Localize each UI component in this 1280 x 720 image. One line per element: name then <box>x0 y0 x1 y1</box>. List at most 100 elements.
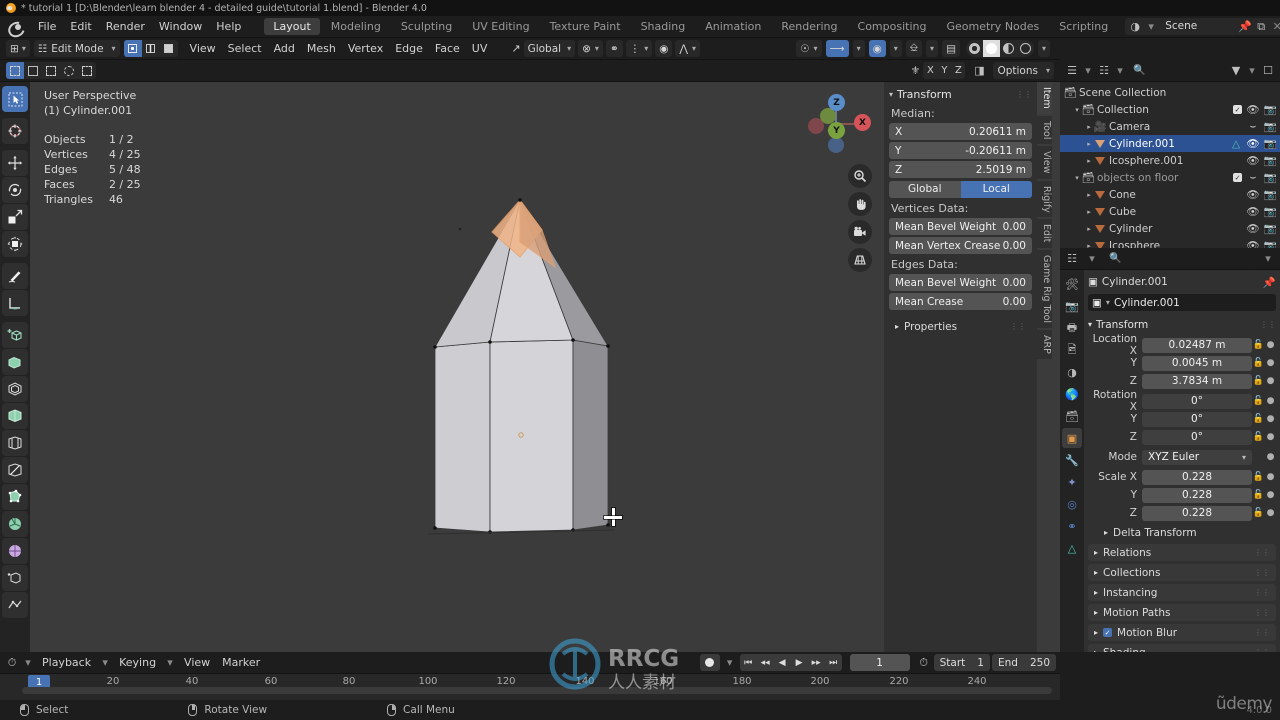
modifier-properties-tab[interactable]: 🔧 <box>1062 450 1082 470</box>
tool-properties-tab[interactable]: 🛠 <box>1062 274 1082 294</box>
drag-grip-icon[interactable]: ⋮⋮ <box>1254 648 1270 652</box>
menu-help[interactable]: Help <box>209 16 248 38</box>
panel-collections[interactable]: ▸ Collections ⋮⋮ <box>1088 564 1276 581</box>
outliner-row-cylinder[interactable]: ▸ Cylinder 👁 📷 <box>1060 220 1280 237</box>
viewport-menu-add[interactable]: Add <box>268 38 301 60</box>
timeline-horizontal-scrollbar[interactable] <box>22 687 1052 694</box>
scale-y-input[interactable]: 0.228 <box>1142 487 1252 503</box>
mesh-data-icon[interactable]: △ <box>1230 138 1242 150</box>
drag-grip-icon[interactable]: ⋮⋮ <box>1254 568 1270 577</box>
tool-smooth[interactable] <box>2 538 28 564</box>
proportional-falloff-dropdown[interactable]: ⋀ ▾ <box>675 40 701 57</box>
filter-icon[interactable]: ▼ <box>1228 63 1244 78</box>
chevron-down-icon[interactable]: ▾ <box>722 655 738 670</box>
toggle-xray-button[interactable]: ▤ <box>942 40 960 57</box>
menu-file[interactable]: File <box>31 16 63 38</box>
viewport-menu-vertex[interactable]: Vertex <box>342 38 389 60</box>
eye-icon[interactable]: 👁 <box>1246 104 1259 116</box>
show-gizmo-button[interactable]: ◉ <box>868 40 886 57</box>
animate-property-icon[interactable]: ● <box>1265 376 1276 386</box>
viewport-menu-edge[interactable]: Edge <box>389 38 429 60</box>
tab-animation[interactable]: Animation <box>696 18 770 35</box>
display-mode-icon[interactable]: ☷ <box>1096 63 1112 78</box>
wireframe-shading-button[interactable] <box>966 40 983 57</box>
viewport-menu-mesh[interactable]: Mesh <box>301 38 342 60</box>
delete-scene-icon[interactable]: ✕ <box>1269 19 1280 34</box>
camera-render-icon[interactable]: 📷 <box>1263 104 1276 116</box>
lock-icon[interactable]: 🔓 <box>1252 472 1265 482</box>
outliner-row-camera[interactable]: ▸ 🎥 Camera ⌣ 📷 <box>1060 118 1280 135</box>
collection-properties-tab[interactable]: 🗃 <box>1062 406 1082 426</box>
tool-bevel[interactable] <box>2 403 28 429</box>
object-name-field[interactable]: ▣ ▾ Cylinder.001 <box>1088 294 1276 311</box>
mirror-x-button[interactable]: X <box>923 62 937 79</box>
world-properties-tab[interactable]: 🌎 <box>1062 384 1082 404</box>
stopwatch-icon[interactable]: ⏱ <box>916 655 932 670</box>
outliner-row-icosphere-001[interactable]: ▸ Icosphere.001 👁 📷 <box>1060 152 1280 169</box>
tab-sculpting[interactable]: Sculpting <box>392 18 461 35</box>
edge-select-mode-button[interactable] <box>142 40 160 57</box>
transform-orientation-dropdown[interactable]: Global ▾ <box>523 40 576 57</box>
tool-tweak[interactable] <box>2 86 28 112</box>
chevron-down-icon[interactable]: ▾ <box>1112 63 1128 78</box>
outliner-row-collection[interactable]: ▾ 🗃 Collection ✓ 👁 📷 <box>1060 101 1280 118</box>
scene-name[interactable]: Scene <box>1159 18 1238 35</box>
eye-icon[interactable]: 👁 <box>1246 155 1259 167</box>
current-frame-input[interactable]: 1 <box>849 654 910 671</box>
timeline-editor-type-icon[interactable]: ⏱ <box>4 655 20 670</box>
transform-panel-header[interactable]: ▾ Transform ⋮⋮ <box>889 86 1032 103</box>
tab-layout[interactable]: Layout <box>264 18 320 35</box>
transform-panel-header[interactable]: ▾ Transform ⋮⋮ <box>1088 316 1276 333</box>
eye-icon[interactable]: 👁 <box>1246 189 1259 201</box>
camera-render-disabled-icon[interactable]: 📷 <box>1263 172 1276 184</box>
render-properties-tab[interactable]: 📷 <box>1062 296 1082 316</box>
snap-settings-dropdown[interactable]: ⋮ ▾ <box>625 40 653 57</box>
exclude-checkbox[interactable]: ✓ <box>1233 105 1242 114</box>
tool-poly-build[interactable] <box>2 484 28 510</box>
tool-scale[interactable] <box>2 204 28 230</box>
tool-inset-faces[interactable] <box>2 376 28 402</box>
drag-grip-icon[interactable]: ⋮⋮ <box>1254 548 1270 557</box>
chevron-right-icon[interactable]: ▸ <box>1084 140 1094 148</box>
previous-keyframe-button[interactable]: ◂◂ <box>757 654 774 671</box>
median-x-field[interactable]: X 0.20611 m <box>889 123 1032 140</box>
eye-icon[interactable]: 👁 <box>1246 138 1259 150</box>
tab-modeling[interactable]: Modeling <box>322 18 390 35</box>
blender-menu-icon[interactable] <box>8 20 25 34</box>
panel-shading[interactable]: ▸ Shading ⋮⋮ <box>1088 644 1276 652</box>
tool-add-cube[interactable] <box>2 322 28 348</box>
tool-cursor[interactable] <box>2 118 28 144</box>
tool-spin[interactable] <box>2 511 28 537</box>
npanel-tab-arp[interactable]: ARP <box>1037 329 1052 359</box>
jump-to-start-button[interactable]: ⏮ <box>740 654 757 671</box>
navigation-gizmo[interactable]: Z Y X <box>798 86 874 162</box>
tool-extrude[interactable] <box>2 349 28 375</box>
viewport-menu-face[interactable]: Face <box>429 38 466 60</box>
camera-view-icon[interactable] <box>848 220 872 244</box>
face-select-mode-button[interactable] <box>160 40 178 57</box>
eye-icon[interactable]: 👁 <box>1246 223 1259 235</box>
next-keyframe-button[interactable]: ▸▸ <box>808 654 825 671</box>
chevron-right-icon[interactable]: ▸ <box>1084 191 1094 199</box>
chevron-down-icon[interactable]: ▾ <box>1244 63 1260 78</box>
panel-motion-blur[interactable]: ▸ ✓ Motion Blur ⋮⋮ <box>1088 624 1276 641</box>
npanel-tab-view[interactable]: View <box>1037 146 1052 179</box>
mean-crease-field[interactable]: Mean Crease 0.00 <box>889 293 1032 310</box>
eye-closed-icon[interactable]: ⌣ <box>1247 120 1259 133</box>
camera-render-icon[interactable]: 📷 <box>1263 121 1276 133</box>
material-preview-button[interactable] <box>1000 40 1017 57</box>
gizmo-dropdown[interactable]: ▾ <box>852 40 865 57</box>
auto-keying-button[interactable] <box>699 654 720 671</box>
tool-shrink-fatten[interactable] <box>2 592 28 618</box>
animate-property-icon[interactable]: ● <box>1265 490 1276 500</box>
outliner-row-cone[interactable]: ▸ Cone 👁 📷 <box>1060 186 1280 203</box>
pivot-point-dropdown[interactable]: ⊗ ▾ <box>578 40 603 57</box>
camera-render-icon[interactable]: 📷 <box>1263 189 1276 201</box>
animate-property-icon[interactable]: ● <box>1265 432 1276 442</box>
frame-end-field[interactable]: End 250 <box>991 654 1056 671</box>
lock-icon[interactable]: 🔓 <box>1252 358 1265 368</box>
properties-editor-type-icon[interactable]: ☷ <box>1064 251 1080 266</box>
mean-bevel-weight-edge-field[interactable]: Mean Bevel Weight 0.00 <box>889 274 1032 291</box>
scene-properties-tab[interactable]: ◑ <box>1062 362 1082 382</box>
panel-relations[interactable]: ▸ Relations ⋮⋮ <box>1088 544 1276 561</box>
